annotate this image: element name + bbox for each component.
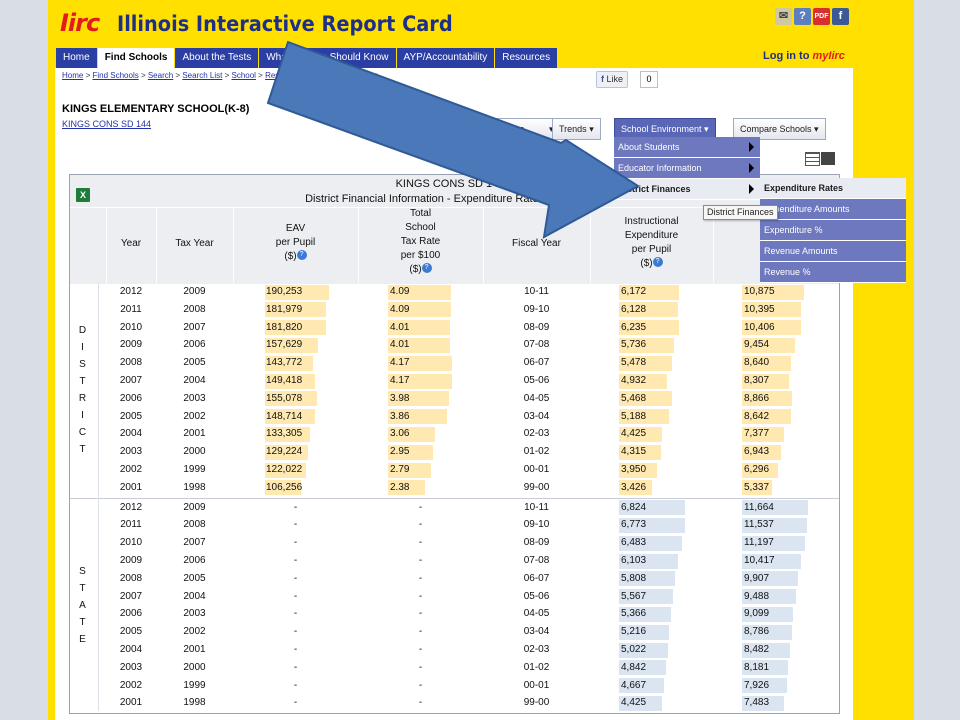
arrow-annotation: [266, 40, 640, 239]
arrow-shape: [266, 40, 640, 239]
